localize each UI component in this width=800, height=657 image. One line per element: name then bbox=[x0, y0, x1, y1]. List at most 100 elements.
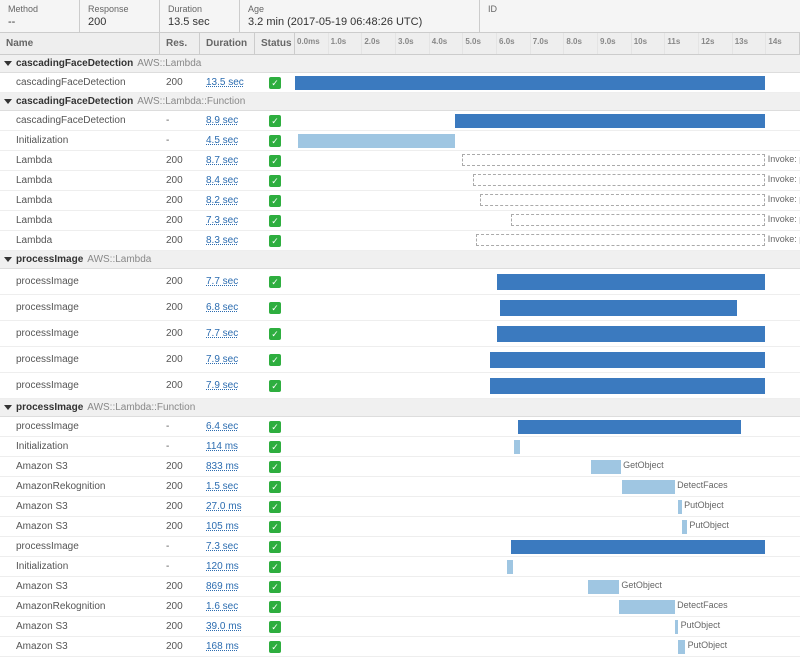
tick: 14s bbox=[766, 33, 799, 54]
row-dur[interactable]: 7.9 sec bbox=[200, 347, 255, 372]
row-name: processImage bbox=[0, 295, 160, 320]
trace-row[interactable]: processImage2006.8 sec✓ bbox=[0, 295, 800, 321]
row-dur[interactable]: 8.9 sec bbox=[200, 111, 255, 130]
row-dur[interactable]: 7.7 sec bbox=[200, 269, 255, 294]
timeline-bar bbox=[490, 378, 765, 394]
group-header[interactable]: processImageAWS::Lambda bbox=[0, 251, 800, 269]
group-name: processImage bbox=[16, 254, 83, 265]
trace-row[interactable]: Amazon S3200168 ms✓PutObject bbox=[0, 637, 800, 657]
row-name: AmazonRekognition bbox=[0, 597, 160, 616]
trace-row[interactable]: processImage2007.9 sec✓ bbox=[0, 347, 800, 373]
row-name: processImage bbox=[0, 321, 160, 346]
group-header[interactable]: processImageAWS::Lambda::Function bbox=[0, 399, 800, 417]
hdr-duration: Duration 13.5 sec bbox=[160, 0, 240, 32]
row-dur[interactable]: 833 ms bbox=[200, 457, 255, 476]
row-dur[interactable]: 39.0 ms bbox=[200, 617, 255, 636]
row-timeline: Invoke: processImage bbox=[295, 191, 800, 210]
trace-row[interactable]: Lambda2008.3 sec✓Invoke: processImage bbox=[0, 231, 800, 251]
bar-label: Invoke: processImage bbox=[768, 174, 800, 184]
row-dur[interactable]: 168 ms bbox=[200, 637, 255, 656]
trace-row[interactable]: Amazon S3200833 ms✓GetObject bbox=[0, 457, 800, 477]
row-dur[interactable]: 7.3 sec bbox=[200, 211, 255, 230]
trace-row[interactable]: Initialization-114 ms✓ bbox=[0, 437, 800, 457]
timeline-bar bbox=[518, 420, 741, 434]
trace-row[interactable]: processImage-6.4 sec✓ bbox=[0, 417, 800, 437]
row-dur[interactable]: 7.7 sec bbox=[200, 321, 255, 346]
row-dur[interactable]: 105 ms bbox=[200, 517, 255, 536]
tick: 8.0s bbox=[564, 33, 598, 54]
row-dur[interactable]: 6.8 sec bbox=[200, 295, 255, 320]
group-header[interactable]: cascadingFaceDetectionAWS::Lambda bbox=[0, 55, 800, 73]
row-status: ✓ bbox=[255, 577, 295, 596]
row-name: Amazon S3 bbox=[0, 517, 160, 536]
timeline-bar bbox=[619, 600, 675, 614]
trace-row[interactable]: Lambda2007.3 sec✓Invoke: processImage bbox=[0, 211, 800, 231]
row-dur[interactable]: 1.5 sec bbox=[200, 477, 255, 496]
trace-row[interactable]: cascadingFaceDetection20013.5 sec✓ bbox=[0, 73, 800, 93]
row-name: Amazon S3 bbox=[0, 617, 160, 636]
row-dur[interactable]: 6.4 sec bbox=[200, 417, 255, 436]
hdr-age: Age 3.2 min (2017-05-19 06:48:26 UTC) bbox=[240, 0, 480, 32]
timeline-bar bbox=[511, 540, 765, 554]
trace-row[interactable]: Amazon S320027.0 ms✓PutObject bbox=[0, 497, 800, 517]
row-timeline: Invoke: processImage bbox=[295, 151, 800, 170]
col-name[interactable]: Name bbox=[0, 33, 160, 54]
trace-row[interactable]: Amazon S3200105 ms✓PutObject bbox=[0, 517, 800, 537]
trace-row[interactable]: processImage2007.7 sec✓ bbox=[0, 269, 800, 295]
row-timeline: GetObject bbox=[295, 457, 800, 476]
trace-row[interactable]: Initialization-4.5 sec✓ bbox=[0, 131, 800, 151]
check-icon: ✓ bbox=[269, 501, 281, 513]
row-res: 200 bbox=[160, 171, 200, 190]
tick: 1.0s bbox=[329, 33, 363, 54]
row-dur[interactable]: 8.4 sec bbox=[200, 171, 255, 190]
row-name: processImage bbox=[0, 373, 160, 398]
row-dur[interactable]: 1.6 sec bbox=[200, 597, 255, 616]
col-status[interactable]: Status bbox=[255, 33, 295, 54]
trace-row[interactable]: processImage2007.9 sec✓ bbox=[0, 373, 800, 399]
row-res: 200 bbox=[160, 211, 200, 230]
trace-row[interactable]: Lambda2008.7 sec✓Invoke: processImage bbox=[0, 151, 800, 171]
row-dur[interactable]: 7.9 sec bbox=[200, 373, 255, 398]
trace-row[interactable]: AmazonRekognition2001.6 sec✓DetectFaces bbox=[0, 597, 800, 617]
row-timeline: Invoke: processImage bbox=[295, 211, 800, 230]
row-dur[interactable]: 120 ms bbox=[200, 557, 255, 576]
row-dur[interactable]: 8.2 sec bbox=[200, 191, 255, 210]
trace-row[interactable]: Amazon S320039.0 ms✓PutObject bbox=[0, 617, 800, 637]
trace-row[interactable]: cascadingFaceDetection-8.9 sec✓ bbox=[0, 111, 800, 131]
row-dur[interactable]: 869 ms bbox=[200, 577, 255, 596]
row-name: processImage bbox=[0, 417, 160, 436]
row-name: cascadingFaceDetection bbox=[0, 73, 160, 92]
row-dur[interactable]: 114 ms bbox=[200, 437, 255, 456]
trace-row[interactable]: Initialization-120 ms✓ bbox=[0, 557, 800, 577]
col-res[interactable]: Res. bbox=[160, 33, 200, 54]
bar-label: DetectFaces bbox=[677, 480, 728, 490]
col-dur[interactable]: Duration bbox=[200, 33, 255, 54]
row-res: 200 bbox=[160, 269, 200, 294]
row-dur[interactable]: 8.7 sec bbox=[200, 151, 255, 170]
hdr-method: Method -- bbox=[0, 0, 80, 32]
row-res: 200 bbox=[160, 321, 200, 346]
row-name: Amazon S3 bbox=[0, 497, 160, 516]
row-dur[interactable]: 7.3 sec bbox=[200, 537, 255, 556]
trace-row[interactable]: Amazon S3200869 ms✓GetObject bbox=[0, 577, 800, 597]
trace-row[interactable]: processImage-7.3 sec✓ bbox=[0, 537, 800, 557]
row-status: ✓ bbox=[255, 347, 295, 372]
tick: 6.0s bbox=[497, 33, 531, 54]
row-dur[interactable]: 13.5 sec bbox=[200, 73, 255, 92]
trace-row[interactable]: processImage2007.7 sec✓ bbox=[0, 321, 800, 347]
bar-label: Invoke: processImage bbox=[768, 234, 800, 244]
group-header[interactable]: cascadingFaceDetectionAWS::Lambda::Funct… bbox=[0, 93, 800, 111]
check-icon: ✓ bbox=[269, 481, 281, 493]
trace-row[interactable]: Lambda2008.4 sec✓Invoke: processImage bbox=[0, 171, 800, 191]
trace-row[interactable]: AmazonRekognition2001.5 sec✓DetectFaces bbox=[0, 477, 800, 497]
row-name: Initialization bbox=[0, 437, 160, 456]
trace-row[interactable]: Lambda2008.2 sec✓Invoke: processImage bbox=[0, 191, 800, 211]
timeline-bar bbox=[497, 326, 765, 342]
row-dur[interactable]: 4.5 sec bbox=[200, 131, 255, 150]
row-name: Lambda bbox=[0, 211, 160, 230]
row-name: Amazon S3 bbox=[0, 577, 160, 596]
row-timeline bbox=[295, 417, 800, 436]
row-dur[interactable]: 27.0 ms bbox=[200, 497, 255, 516]
timeline-bar bbox=[497, 274, 765, 290]
row-dur[interactable]: 8.3 sec bbox=[200, 231, 255, 250]
